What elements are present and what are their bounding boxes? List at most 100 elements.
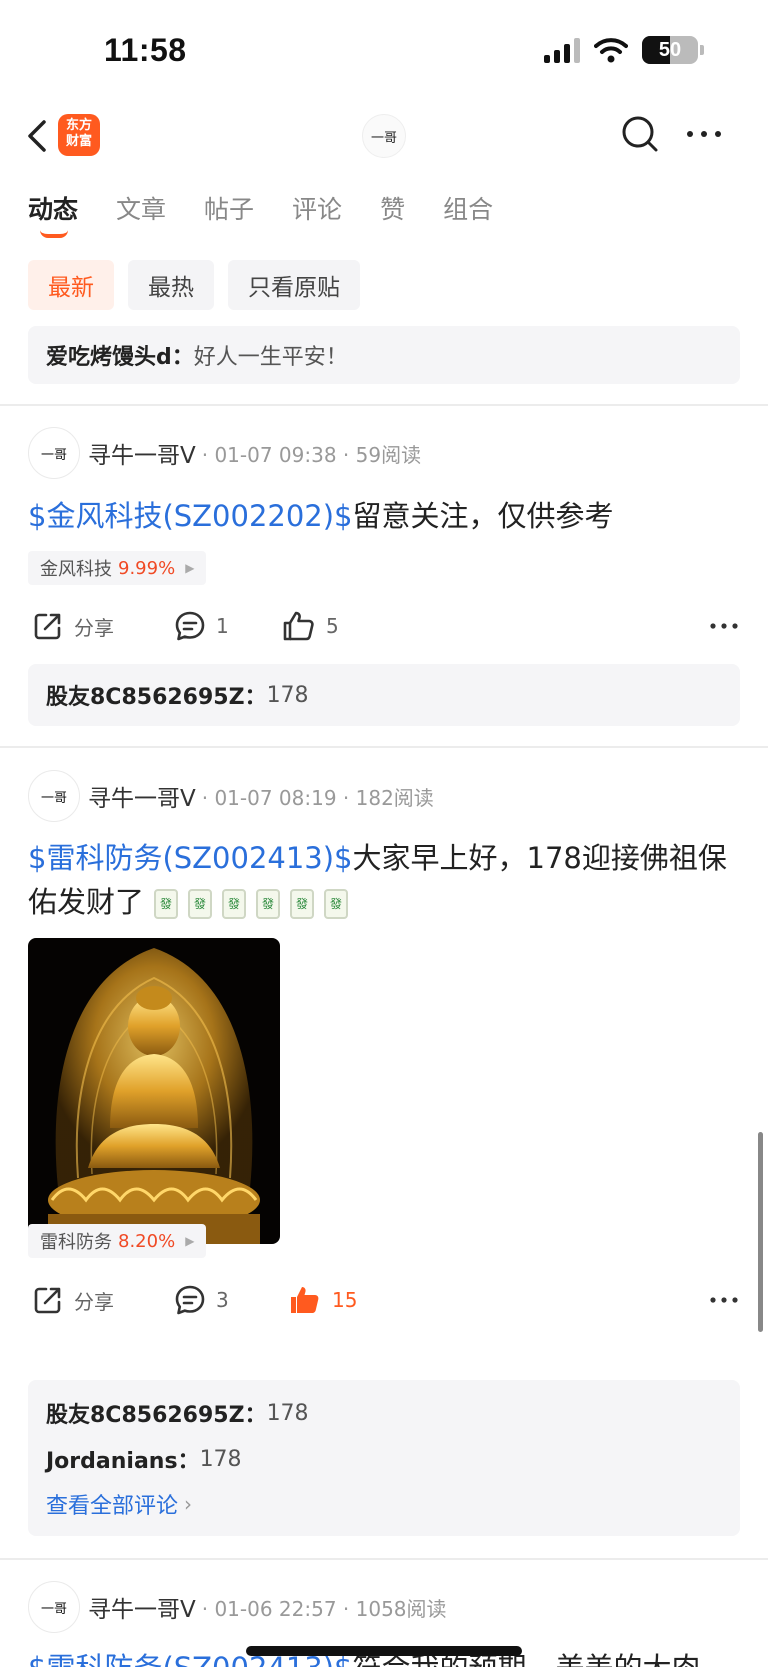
like-count: 5 <box>326 614 339 638</box>
comment-text: 178 <box>266 682 309 708</box>
stock-tag[interactable]: 雷科防务 8.20% ▶ <box>28 1224 207 1258</box>
comment-text: 好人一生平安！ <box>193 345 348 370</box>
author-avatar[interactable]: 一哥 <box>28 1581 80 1633</box>
like-button[interactable]: 15 <box>288 1278 357 1322</box>
divider <box>0 404 768 406</box>
stock-tag-change: 9.99% <box>118 557 176 579</box>
comment-box[interactable]: 爱吃烤馒头d： 好人一生平安！ <box>28 326 740 384</box>
share-icon <box>34 1287 61 1314</box>
status-bar: 11:58 50 <box>0 0 768 100</box>
chevron-right-icon: › <box>184 1492 193 1516</box>
mahjong-fa-emoji: 發 <box>256 889 281 919</box>
thumbs-up-icon <box>283 611 314 641</box>
comment-item[interactable]: Jordanians： 178 <box>46 1436 722 1482</box>
filter-original-only[interactable]: 只看原贴 <box>228 260 360 310</box>
stock-tag-change: 8.20% <box>118 1230 176 1252</box>
like-count: 15 <box>332 1288 358 1312</box>
profile-avatar[interactable]: 一哥 <box>362 114 406 158</box>
post-header: 一哥 寻牛一哥V · 01-07 08:19 · 182阅读 <box>28 769 434 823</box>
filter-hot[interactable]: 最热 <box>128 260 214 310</box>
scrolled-header-remnant <box>44 164 244 172</box>
share-icon <box>34 613 61 640</box>
filter-latest[interactable]: 最新 <box>28 260 114 310</box>
post-meta: · 01-06 22:57 · 1058阅读 <box>201 1596 447 1621</box>
profile-tabs: 动态 文章 帖子 评论 赞 组合 <box>28 190 531 238</box>
comment-icon <box>175 611 205 641</box>
author-avatar[interactable]: 一哥 <box>28 427 80 479</box>
stock-tag[interactable]: 金风科技 9.99% ▶ <box>28 551 207 585</box>
comment-button[interactable]: 3 <box>174 1278 229 1322</box>
comment-button[interactable]: 1 <box>174 604 229 648</box>
divider <box>0 746 768 748</box>
post-text: 佑发财了 <box>28 885 145 919</box>
mahjong-fa-emoji: 發 <box>324 889 349 919</box>
filter-chips: 最新 最热 只看原贴 <box>28 260 360 310</box>
author-name[interactable]: 寻牛一哥V <box>88 1590 196 1624</box>
mahjong-fa-emoji: 發 <box>154 889 179 919</box>
stock-tag-name: 金风科技 <box>40 559 112 580</box>
tab-posts[interactable]: 帖子 <box>204 190 254 238</box>
battery-level: 50 <box>658 38 682 61</box>
battery-icon: 50 <box>642 36 698 64</box>
post-text: 大家早上好，178迎接佛祖保 <box>352 841 727 875</box>
view-all-comments-link[interactable]: 查看全部评论 › <box>46 1482 722 1526</box>
post-meta: · 01-07 09:38 · 59阅读 <box>201 442 422 467</box>
home-indicator[interactable] <box>246 1646 522 1656</box>
more-icon[interactable] <box>708 614 740 638</box>
nav-bar: 东方 财富 一哥 <box>0 100 768 172</box>
share-button[interactable]: 分享 <box>32 1278 114 1322</box>
post-header: 一哥 寻牛一哥V · 01-07 09:38 · 59阅读 <box>28 426 421 480</box>
share-button[interactable]: 分享 <box>32 604 114 648</box>
mahjong-fa-emoji: 發 <box>222 889 247 919</box>
post-body[interactable]: $雷科防务(SZ002413)$大家早上好，178迎接佛祖保 佑发财了發發發發發… <box>28 836 740 924</box>
play-arrow-icon: ▶ <box>185 1234 195 1248</box>
more-icon[interactable] <box>708 1288 740 1312</box>
post-actions: 分享 1 5 <box>28 604 740 648</box>
comment-author[interactable]: 股友8C8562695Z： <box>46 1397 267 1429</box>
tab-active-indicator <box>40 230 68 238</box>
stock-tag-name: 雷科防务 <box>40 1232 112 1253</box>
like-button[interactable]: 5 <box>282 604 339 648</box>
wifi-icon <box>594 38 628 63</box>
buddha-statue-image <box>28 938 280 1244</box>
comment-box[interactable]: 股友8C8562695Z： 178 <box>28 664 740 726</box>
comment-item[interactable]: 股友8C8562695Z： 178 <box>46 664 722 726</box>
comment-author[interactable]: Jordanians： <box>46 1443 200 1475</box>
tab-likes[interactable]: 赞 <box>380 190 405 238</box>
comment-item[interactable]: 爱吃烤馒头d： 好人一生平安！ <box>46 326 722 384</box>
tab-dynamic[interactable]: 动态 <box>28 190 78 238</box>
mahjong-fa-emoji: 發 <box>290 889 315 919</box>
tab-portfolio[interactable]: 组合 <box>443 190 493 238</box>
comment-icon <box>175 1285 205 1315</box>
post-image-buddha[interactable] <box>28 938 280 1244</box>
comment-count: 3 <box>216 1288 229 1312</box>
post-header: 一哥 寻牛一哥V · 01-06 22:57 · 1058阅读 <box>28 1580 447 1634</box>
author-name[interactable]: 寻牛一哥V <box>88 436 196 470</box>
comment-text: 178 <box>266 1400 309 1426</box>
post-body[interactable]: $金风科技(SZ002202)$留意关注，仅供参考 <box>28 494 740 538</box>
tab-articles[interactable]: 文章 <box>116 190 166 238</box>
back-icon[interactable] <box>22 116 56 156</box>
post-actions: 分享 3 15 <box>28 1278 740 1322</box>
more-icon[interactable] <box>684 124 724 144</box>
comment-count: 1 <box>216 614 229 638</box>
post-text: 留意关注，仅供参考 <box>352 499 614 533</box>
app-logo[interactable]: 东方 财富 <box>58 114 100 156</box>
stock-link[interactable]: $金风科技(SZ002202)$ <box>28 499 353 533</box>
status-icons: 50 <box>544 36 704 64</box>
comment-author[interactable]: 爱吃烤馒头d： <box>46 339 194 371</box>
scrollbar[interactable] <box>758 1132 763 1332</box>
search-icon[interactable] <box>620 114 660 154</box>
mahjong-fa-emoji: 發 <box>188 889 213 919</box>
status-time: 11:58 <box>104 32 187 68</box>
comment-author[interactable]: 股友8C8562695Z： <box>46 679 267 711</box>
tab-comments[interactable]: 评论 <box>292 190 342 238</box>
stock-link[interactable]: $雷科防务(SZ002413)$ <box>28 841 353 875</box>
comment-item[interactable]: 股友8C8562695Z： 178 <box>46 1390 722 1436</box>
comment-box: 股友8C8562695Z： 178 Jordanians： 178 查看全部评论… <box>28 1380 740 1536</box>
post-meta: · 01-07 08:19 · 182阅读 <box>201 785 434 810</box>
author-avatar[interactable]: 一哥 <box>28 770 80 822</box>
thumbs-up-filled-icon <box>291 1287 319 1313</box>
author-name[interactable]: 寻牛一哥V <box>88 779 196 813</box>
comment-text: 178 <box>199 1446 242 1472</box>
